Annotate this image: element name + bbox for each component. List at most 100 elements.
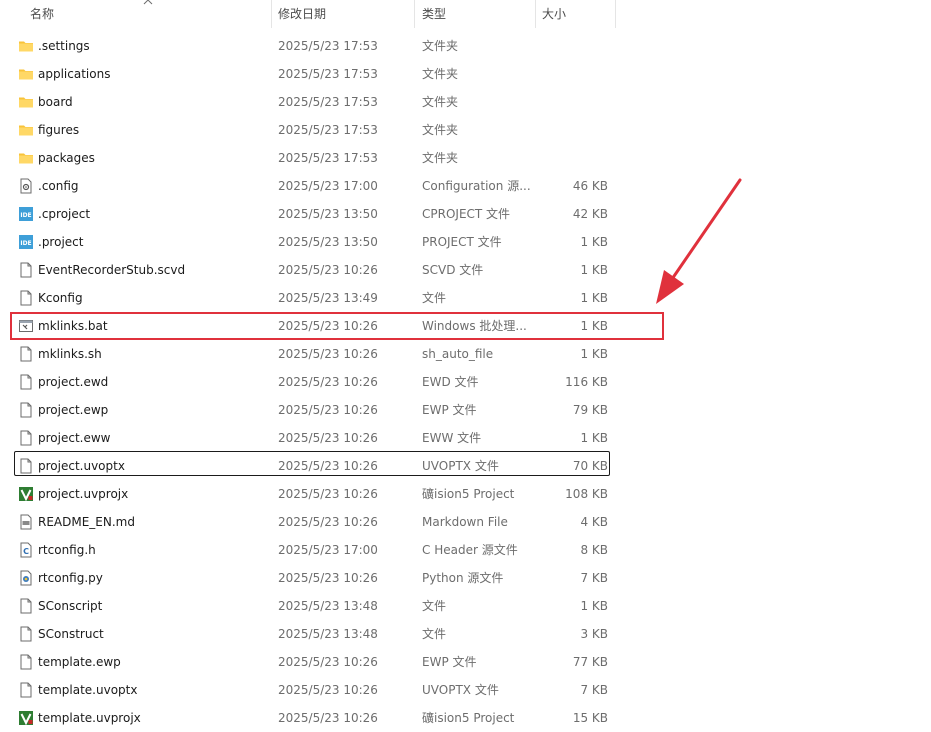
file-row[interactable]: SConscript 2025/5/23 13:48 文件 1 KB	[0, 592, 620, 620]
file-row[interactable]: figures 2025/5/23 17:53 文件夹	[0, 116, 620, 144]
file-icon	[18, 598, 34, 614]
file-row[interactable]: IDE .project 2025/5/23 13:50 PROJECT 文件 1 KB	[0, 228, 620, 256]
file-row[interactable]: mklinks.sh 2025/5/23 10:26 sh_auto_file 1 K…	[0, 340, 620, 368]
file-row[interactable]: project.eww 2025/5/23 10:26 EWW 文件 1 KB	[0, 424, 620, 452]
file-row[interactable]: applications 2025/5/23 17:53 文件夹	[0, 60, 620, 88]
file-row[interactable]: EventRecorderStub.scvd 2025/5/23 10:26 SCV…	[0, 256, 620, 284]
file-row[interactable]: Kconfig 2025/5/23 13:49 文件 1 KB	[0, 284, 620, 312]
file-size: 1 KB	[580, 263, 608, 277]
file-type: 文件夹	[422, 123, 459, 137]
column-divider[interactable]	[615, 0, 616, 28]
file-size: 1 KB	[580, 431, 608, 445]
file-icon	[18, 626, 34, 642]
file-date-modified: 2025/5/23 10:26	[278, 347, 378, 361]
file-row[interactable]: README_EN.md 2025/5/23 10:26 Markdown File…	[0, 508, 620, 536]
file-size: 116 KB	[565, 375, 608, 389]
file-name: project.uvprojx	[38, 487, 129, 501]
file-type: 文件	[422, 291, 447, 305]
column-divider[interactable]	[414, 0, 415, 28]
file-type: 文件	[422, 599, 447, 613]
file-date-modified: 2025/5/23 13:49	[278, 291, 378, 305]
svg-text:C: C	[23, 547, 29, 556]
file-size: 42 KB	[572, 207, 608, 221]
file-name: .cproject	[38, 207, 91, 221]
file-date-modified: 2025/5/23 17:53	[278, 151, 378, 165]
file-name: .project	[38, 235, 84, 249]
file-name: packages	[38, 151, 95, 165]
file-size: 7 KB	[580, 683, 608, 697]
file-date-modified: 2025/5/23 10:26	[278, 487, 378, 501]
file-date-modified: 2025/5/23 13:50	[278, 207, 378, 221]
file-date-modified: 2025/5/23 10:26	[278, 711, 378, 725]
config-file-icon	[18, 178, 34, 194]
file-size: 15 KB	[572, 711, 608, 725]
file-row[interactable]: project.uvprojx 2025/5/23 10:26 礦ision5 Pr…	[0, 480, 620, 508]
file-name: board	[38, 95, 73, 109]
file-row[interactable]: SConstruct 2025/5/23 13:48 文件 3 KB	[0, 620, 620, 648]
file-row[interactable]: Crtconfig.h 2025/5/23 17:00 C Header 源文件 8 …	[0, 536, 620, 564]
file-name: README_EN.md	[38, 515, 135, 529]
file-row[interactable]: packages 2025/5/23 17:53 文件夹	[0, 144, 620, 172]
file-type: SCVD 文件	[422, 263, 484, 277]
file-type: 文件夹	[422, 95, 459, 109]
file-date-modified: 2025/5/23 13:50	[278, 235, 378, 249]
file-name: project.ewd	[38, 375, 109, 389]
column-divider[interactable]	[271, 0, 272, 28]
file-type: sh_auto_file	[422, 347, 494, 361]
file-row[interactable]: rtconfig.py 2025/5/23 10:26 Python 源文件 7 KB	[0, 564, 620, 592]
file-row[interactable]: board 2025/5/23 17:53 文件夹	[0, 88, 620, 116]
file-row[interactable]: IDE .cproject 2025/5/23 13:50 CPROJECT 文件 42…	[0, 200, 620, 228]
file-name: mklinks.sh	[38, 347, 102, 361]
file-name: project.eww	[38, 431, 111, 445]
file-icon	[18, 654, 34, 670]
file-type: EWP 文件	[422, 403, 477, 417]
svg-text:IDE: IDE	[20, 212, 31, 219]
file-type: CPROJECT 文件	[422, 207, 511, 221]
file-type: Python 源文件	[422, 571, 504, 585]
folder-icon	[18, 38, 34, 54]
markdown-file-icon	[18, 514, 34, 530]
file-name: rtconfig.py	[38, 571, 103, 585]
c-header-file-icon: C	[18, 542, 34, 558]
file-row[interactable]: .settings 2025/5/23 17:53 文件夹	[0, 32, 620, 60]
file-date-modified: 2025/5/23 10:26	[278, 571, 378, 585]
file-size: 1 KB	[580, 291, 608, 305]
column-name-header[interactable]: 名称	[30, 0, 54, 28]
folder-icon	[18, 122, 34, 138]
file-name: Kconfig	[38, 291, 83, 305]
file-size: 77 KB	[572, 655, 608, 669]
keil-project-icon	[18, 710, 34, 726]
column-size-header[interactable]: 大小	[542, 0, 566, 28]
file-icon	[18, 430, 34, 446]
file-name: template.ewp	[38, 655, 121, 669]
column-divider[interactable]	[535, 0, 536, 28]
file-name: .config	[38, 179, 79, 193]
column-type-header[interactable]: 类型	[422, 0, 446, 28]
file-icon	[18, 346, 34, 362]
file-icon	[18, 682, 34, 698]
file-name: template.uvprojx	[38, 711, 141, 725]
file-row[interactable]: .config 2025/5/23 17:00 Configuration 源...…	[0, 172, 620, 200]
file-row[interactable]: template.uvoptx 2025/5/23 10:26 UVOPTX 文件 7…	[0, 676, 620, 704]
ide-file-icon: IDE	[18, 206, 34, 222]
file-row[interactable]: project.ewd 2025/5/23 10:26 EWD 文件 116 KB	[0, 368, 620, 396]
file-type: 礦ision5 Project	[422, 711, 515, 725]
file-date-modified: 2025/5/23 13:48	[278, 627, 378, 641]
sort-ascending-icon	[143, 0, 153, 5]
file-name: template.uvoptx	[38, 683, 138, 697]
file-size: 79 KB	[572, 403, 608, 417]
file-row[interactable]: template.ewp 2025/5/23 10:26 EWP 文件 77 KB	[0, 648, 620, 676]
file-type: 文件夹	[422, 151, 459, 165]
python-file-icon	[18, 570, 34, 586]
file-row[interactable]: template.uvprojx 2025/5/23 10:26 礦ision5 P…	[0, 704, 620, 732]
file-row[interactable]: project.ewp 2025/5/23 10:26 EWP 文件 79 KB	[0, 396, 620, 424]
file-name: SConscript	[38, 599, 103, 613]
file-date-modified: 2025/5/23 10:26	[278, 683, 378, 697]
file-date-modified: 2025/5/23 17:00	[278, 179, 378, 193]
file-icon	[18, 374, 34, 390]
folder-icon	[18, 66, 34, 82]
file-size: 108 KB	[565, 487, 608, 501]
file-date-modified: 2025/5/23 10:26	[278, 515, 378, 529]
column-header: 名称 修改日期 类型 大小	[0, 0, 931, 28]
column-date-header[interactable]: 修改日期	[278, 0, 326, 28]
